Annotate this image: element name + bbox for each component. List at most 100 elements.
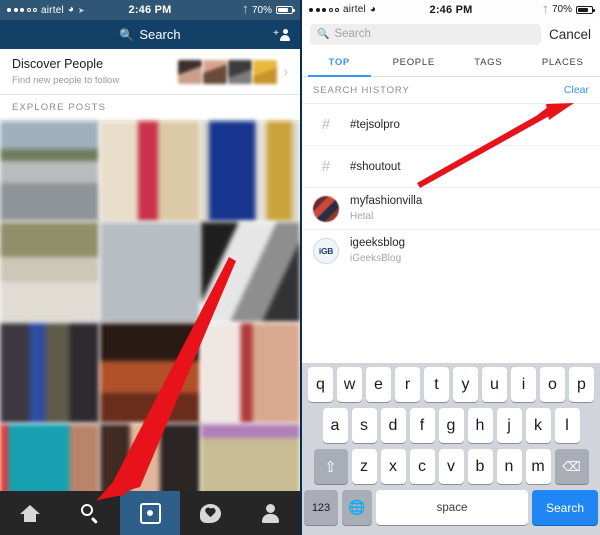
search-icon: 🔍 (317, 28, 330, 40)
grid-photo[interactable] (200, 323, 300, 423)
grid-photo[interactable] (100, 222, 200, 322)
key-s[interactable]: s (351, 408, 377, 443)
key-z[interactable]: z (351, 449, 377, 484)
avatar: iGB (313, 237, 339, 264)
key-b[interactable]: b (467, 449, 493, 484)
grid-photo[interactable] (200, 121, 300, 221)
keyboard-row-1: q w e r t y u i o p (304, 367, 598, 402)
search-key[interactable]: Search (532, 490, 598, 525)
bottom-tab-bar (0, 491, 300, 535)
key-i[interactable]: i (511, 367, 536, 402)
key-t[interactable]: t (424, 367, 449, 402)
shift-arrow-icon[interactable]: ⇧ (313, 449, 348, 484)
discover-thumbnails (177, 59, 277, 84)
key-n[interactable]: n (496, 449, 522, 484)
list-item[interactable]: myfashionvilla Hetal (302, 187, 600, 229)
tab-places[interactable]: PLACES (526, 49, 600, 76)
key-q[interactable]: q (308, 367, 333, 402)
battery-percent-label: 70% (251, 4, 272, 16)
battery-icon (276, 6, 295, 14)
numbers-key[interactable]: 123 (304, 490, 338, 525)
discover-thumb (227, 59, 252, 84)
account-text-block: myfashionvilla Hetal (350, 194, 422, 222)
tab-people[interactable]: PEOPLE (377, 49, 452, 76)
cancel-button[interactable]: Cancel (549, 27, 592, 42)
tab-tags[interactable]: TAGS (451, 49, 526, 76)
grid-photo[interactable] (0, 222, 100, 322)
list-item-title: myfashionvilla (350, 195, 423, 208)
shift-glyph: ⇧ (324, 458, 337, 476)
key-e[interactable]: e (366, 367, 391, 402)
list-item[interactable]: iGB igeeksblog iGeeksBlog (302, 229, 600, 271)
backspace-glyph: ⌫ (562, 458, 581, 474)
discover-title: Discover People (12, 57, 104, 72)
key-f[interactable]: f (409, 408, 435, 443)
key-m[interactable]: m (525, 449, 551, 484)
search-input[interactable]: 🔍 Search (310, 23, 541, 45)
list-item-subtitle: iGeeksBlog (350, 252, 402, 264)
grid-photo[interactable] (100, 323, 200, 423)
key-w[interactable]: w (337, 367, 362, 402)
space-key[interactable]: space (376, 490, 528, 525)
key-p[interactable]: p (569, 367, 594, 402)
key-c[interactable]: c (409, 449, 435, 484)
clear-history-button[interactable]: Clear (564, 84, 589, 96)
discover-people-row[interactable]: Discover People Find new people to follo… (0, 49, 300, 95)
search-icon: 🔍 (119, 27, 135, 42)
discover-thumb (177, 59, 202, 84)
avatar (313, 195, 339, 222)
backspace-icon[interactable]: ⌫ (554, 449, 589, 484)
key-a[interactable]: a (322, 408, 348, 443)
right-status-bar: airtel ◕ 2:46 PM ᛏ 70% (302, 0, 600, 19)
key-r[interactable]: r (395, 367, 420, 402)
key-v[interactable]: v (438, 449, 464, 484)
keyboard-row-4: 123 🌐 space Search (304, 490, 598, 525)
search-row: 🔍 Search Cancel (302, 19, 600, 49)
search-history-label: SEARCH HISTORY (313, 84, 410, 96)
tab-search[interactable] (60, 491, 120, 535)
onscreen-keyboard: q w e r t y u i o p a s d f g h j k l ⇧ … (302, 363, 600, 535)
key-d[interactable]: d (380, 408, 406, 443)
grid-photo[interactable] (200, 222, 300, 322)
tab-home[interactable] (0, 491, 60, 535)
key-x[interactable]: x (380, 449, 406, 484)
keyboard-row-2: a s d f g h j k l (304, 408, 598, 443)
search-history-list: # #tejsolpro # #shoutout myfashionvilla … (302, 103, 600, 271)
add-user-icon[interactable]: + (273, 28, 290, 41)
list-item[interactable]: # #shoutout (302, 145, 600, 187)
grid-photo[interactable] (100, 121, 200, 221)
heart-bubble-icon (199, 503, 221, 523)
home-icon (20, 505, 40, 522)
chevron-right-icon: › (283, 64, 288, 79)
tab-profile[interactable] (240, 491, 300, 535)
tab-camera[interactable] (120, 491, 180, 535)
battery-percent-label: 70% (551, 4, 572, 15)
list-item-subtitle: Hetal (350, 210, 374, 222)
person-glyph (280, 28, 290, 41)
tab-top[interactable]: TOP (302, 49, 377, 77)
tab-activity[interactable] (180, 491, 240, 535)
keyboard-row-3: ⇧ z x c v b n m ⌫ (304, 449, 598, 484)
discover-thumb (252, 59, 277, 84)
key-o[interactable]: o (540, 367, 565, 402)
key-y[interactable]: y (453, 367, 478, 402)
key-l[interactable]: l (554, 408, 580, 443)
status-bar-right: ᛏ 70% (243, 4, 295, 16)
key-g[interactable]: g (438, 408, 464, 443)
search-tabs: TOP PEOPLE TAGS PLACES (302, 49, 600, 77)
key-h[interactable]: h (467, 408, 493, 443)
status-bar-right: ᛏ 70% (543, 4, 595, 15)
explore-posts-header: EXPLORE POSTS (0, 95, 300, 121)
grid-photo[interactable] (0, 121, 100, 221)
grid-photo[interactable] (0, 323, 100, 423)
key-j[interactable]: j (496, 408, 522, 443)
key-k[interactable]: k (525, 408, 551, 443)
list-item[interactable]: # #tejsolpro (302, 103, 600, 145)
globe-icon[interactable]: 🌐 (342, 490, 372, 525)
search-icon (80, 503, 100, 523)
list-item-title: #tejsolpro (350, 118, 400, 131)
left-nav-bar: 🔍 Search + (0, 20, 300, 49)
nav-search-button[interactable]: 🔍 Search (119, 27, 180, 42)
right-phone-screen: airtel ◕ 2:46 PM ᛏ 70% 🔍 Search Cancel T… (300, 0, 600, 535)
key-u[interactable]: u (482, 367, 507, 402)
